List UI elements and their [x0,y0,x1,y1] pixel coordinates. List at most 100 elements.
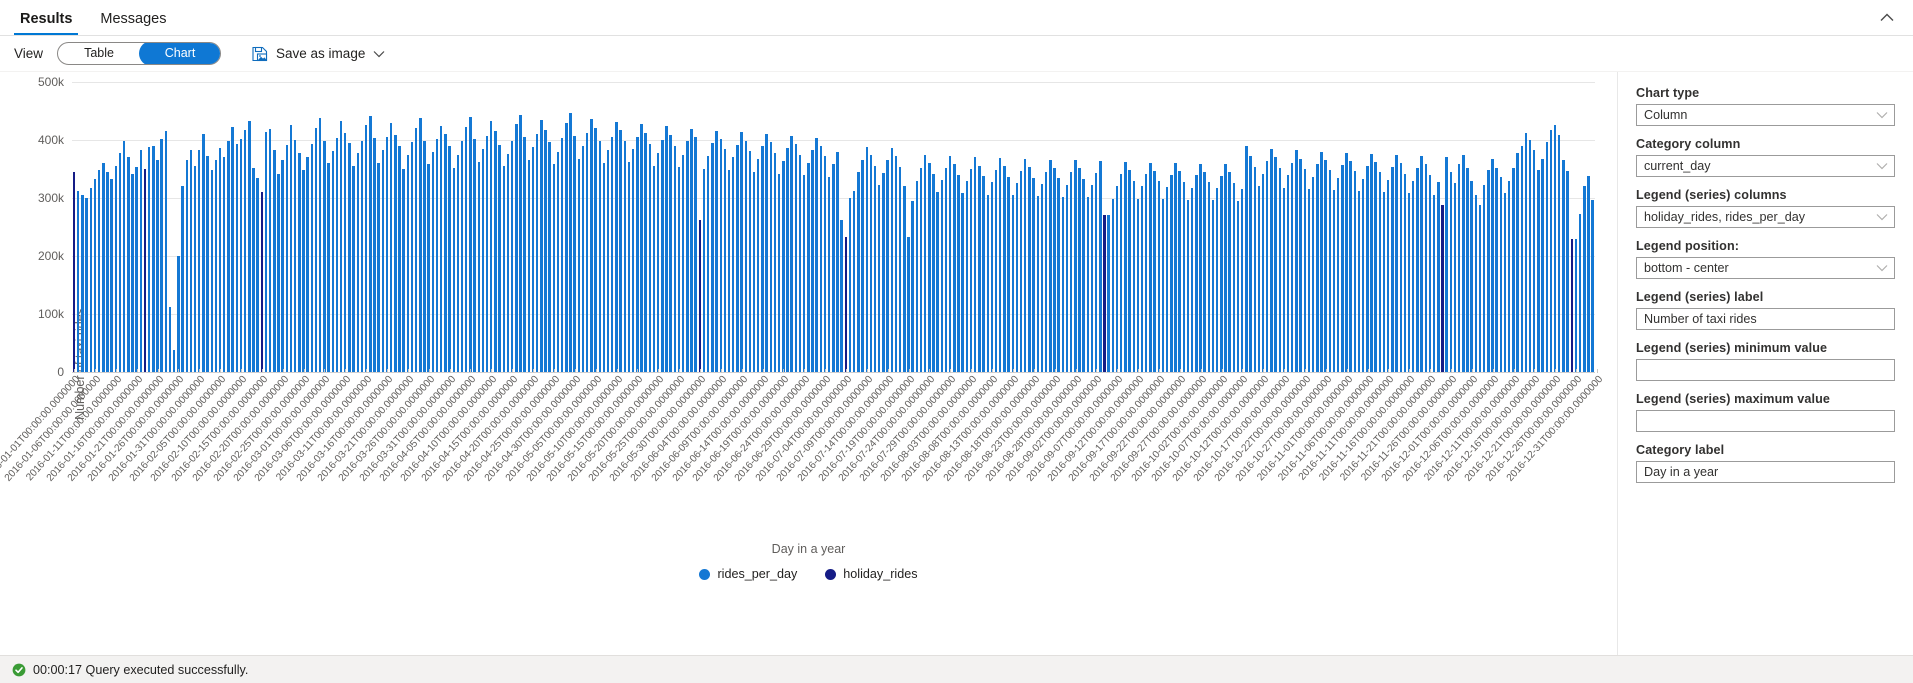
bar-rides-per-day[interactable] [866,147,868,372]
bar-rides-per-day[interactable] [402,169,404,372]
bar-rides-per-day[interactable] [757,159,759,372]
bar-rides-per-day[interactable] [1266,161,1268,372]
bar-holiday-rides[interactable] [144,169,146,372]
bar-rides-per-day[interactable] [340,121,342,372]
bar-rides-per-day[interactable] [728,170,730,372]
bar-rides-per-day[interactable] [498,145,500,372]
bar-rides-per-day[interactable] [1032,178,1034,372]
bar-rides-per-day[interactable] [1199,164,1201,372]
bar-rides-per-day[interactable] [1016,183,1018,372]
bar-rides-per-day[interactable] [1462,155,1464,373]
bar-rides-per-day[interactable] [628,162,630,372]
bar-rides-per-day[interactable] [1354,171,1356,372]
bar-rides-per-day[interactable] [528,160,530,372]
bar-rides-per-day[interactable] [127,157,129,372]
bar-rides-per-day[interactable] [94,179,96,372]
bar-rides-per-day[interactable] [1337,178,1339,372]
bar-rides-per-day[interactable] [578,159,580,372]
bar-rides-per-day[interactable] [665,126,667,372]
bar-rides-per-day[interactable] [1233,183,1235,372]
bar-rides-per-day[interactable] [1491,159,1493,372]
bar-rides-per-day[interactable] [1249,156,1251,372]
bar-rides-per-day[interactable] [194,166,196,372]
bar-rides-per-day[interactable] [991,182,993,372]
category-label-input[interactable]: Day in a year [1636,461,1895,483]
bar-rides-per-day[interactable] [1178,171,1180,372]
bar-rides-per-day[interactable] [694,137,696,372]
bar-rides-per-day[interactable] [1349,161,1351,372]
bar-rides-per-day[interactable] [386,137,388,372]
bar-rides-per-day[interactable] [669,135,671,372]
bar-rides-per-day[interactable] [1141,186,1143,372]
bar-rides-per-day[interactable] [1466,168,1468,372]
chevron-down-icon[interactable] [373,50,385,58]
bar-rides-per-day[interactable] [1587,176,1589,372]
bar-rides-per-day[interactable] [336,138,338,372]
bar-rides-per-day[interactable] [1324,160,1326,372]
bar-rides-per-day[interactable] [1162,199,1164,372]
bar-rides-per-day[interactable] [98,170,100,372]
bar-rides-per-day[interactable] [206,156,208,372]
bar-rides-per-day[interactable] [1228,172,1230,372]
bar-rides-per-day[interactable] [198,150,200,372]
bar-rides-per-day[interactable] [874,166,876,372]
bar-rides-per-day[interactable] [807,163,809,372]
bar-rides-per-day[interactable] [1245,146,1247,372]
bar-rides-per-day[interactable] [720,139,722,372]
bar-rides-per-day[interactable] [1395,155,1397,372]
bar-rides-per-day[interactable] [323,141,325,372]
bar-rides-per-day[interactable] [1537,170,1539,372]
bar-rides-per-day[interactable] [936,192,938,372]
bar-rides-per-day[interactable] [1057,178,1059,372]
bar-rides-per-day[interactable] [177,256,179,372]
bar-rides-per-day[interactable] [774,153,776,372]
bar-rides-per-day[interactable] [553,164,555,372]
bar-rides-per-day[interactable] [1091,185,1093,372]
bar-rides-per-day[interactable] [1512,168,1514,372]
bar-rides-per-day[interactable] [1107,215,1109,372]
bar-rides-per-day[interactable] [624,141,626,372]
bar-rides-per-day[interactable] [248,121,250,372]
bar-rides-per-day[interactable] [1078,168,1080,372]
bar-rides-per-day[interactable] [106,172,108,372]
bar-rides-per-day[interactable] [565,123,567,372]
legend-item-rides_per_day[interactable]: rides_per_day [699,567,797,581]
bar-rides-per-day[interactable] [724,149,726,372]
bar-rides-per-day[interactable] [1279,168,1281,372]
bar-holiday-rides[interactable] [845,237,847,372]
bar-rides-per-day[interactable] [966,181,968,372]
bar-rides-per-day[interactable] [457,155,459,372]
bar-rides-per-day[interactable] [1099,161,1101,372]
bar-rides-per-day[interactable] [1237,201,1239,372]
bar-rides-per-day[interactable] [1028,167,1030,372]
bar-rides-per-day[interactable] [1470,181,1472,372]
bar-rides-per-day[interactable] [165,131,167,372]
bar-rides-per-day[interactable] [1408,193,1410,372]
bar-rides-per-day[interactable] [115,166,117,372]
bar-rides-per-day[interactable] [811,150,813,372]
bar-rides-per-day[interactable] [1579,214,1581,372]
bar-rides-per-day[interactable] [1366,166,1368,372]
bar-rides-per-day[interactable] [945,168,947,372]
bar-rides-per-day[interactable] [1404,174,1406,372]
bar-rides-per-day[interactable] [90,188,92,372]
bar-rides-per-day[interactable] [770,142,772,372]
bar-rides-per-day[interactable] [173,350,175,372]
bar-rides-per-day[interactable] [1112,199,1114,372]
bar-rides-per-day[interactable] [160,139,162,372]
bar-rides-per-day[interactable] [231,127,233,372]
bar-rides-per-day[interactable] [1270,149,1272,372]
bar-rides-per-day[interactable] [382,150,384,372]
bar-rides-per-day[interactable] [1483,185,1485,372]
bar-rides-per-day[interactable] [1550,130,1552,372]
bar-rides-per-day[interactable] [444,134,446,372]
bar-rides-per-day[interactable] [987,195,989,372]
bar-rides-per-day[interactable] [878,185,880,372]
bar-rides-per-day[interactable] [102,163,104,372]
bar-rides-per-day[interactable] [674,146,676,372]
bar-rides-per-day[interactable] [1241,189,1243,372]
bar-rides-per-day[interactable] [715,131,717,372]
bar-rides-per-day[interactable] [920,168,922,372]
bar-rides-per-day[interactable] [377,163,379,372]
bar-rides-per-day[interactable] [294,140,296,372]
